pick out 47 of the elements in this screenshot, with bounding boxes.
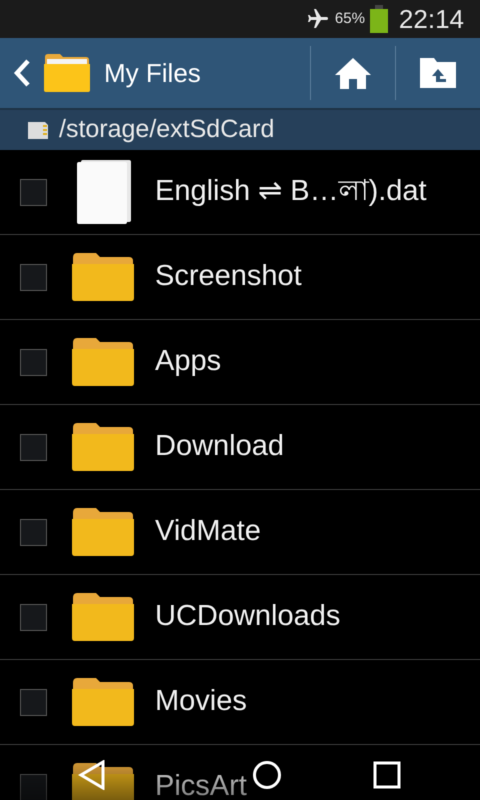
file-icon bbox=[75, 160, 131, 224]
file-row[interactable]: Movies bbox=[0, 660, 480, 745]
file-name: Screenshot bbox=[155, 259, 302, 294]
sd-card-icon bbox=[27, 120, 49, 140]
file-name: English ⇌ B…লা).dat bbox=[155, 174, 427, 210]
nav-back-button[interactable] bbox=[78, 760, 106, 790]
file-row[interactable]: English ⇌ B…লা).dat bbox=[0, 150, 480, 235]
checkbox[interactable] bbox=[20, 348, 47, 376]
checkbox[interactable] bbox=[20, 688, 47, 716]
file-name: Download bbox=[155, 429, 284, 464]
checkbox[interactable] bbox=[20, 518, 47, 546]
file-row[interactable]: Apps bbox=[0, 320, 480, 405]
file-row[interactable]: Download bbox=[0, 405, 480, 490]
battery-icon bbox=[368, 5, 389, 33]
file-row[interactable]: VidMate bbox=[0, 490, 480, 575]
nav-home-button[interactable] bbox=[252, 760, 282, 790]
folder-icon bbox=[44, 53, 90, 93]
home-icon bbox=[334, 56, 372, 90]
file-name: PicsArt bbox=[155, 769, 247, 800]
file-name: VidMate bbox=[155, 514, 261, 550]
folder-icon bbox=[72, 422, 134, 472]
battery-percent: 65% bbox=[334, 8, 365, 29]
folder-path: /storage/extSdCard bbox=[59, 114, 274, 146]
folder-icon bbox=[72, 252, 134, 302]
checkbox[interactable] bbox=[20, 434, 47, 460]
folder-up-icon bbox=[420, 58, 456, 88]
file-row[interactable]: Screenshot bbox=[0, 235, 480, 320]
back-chevron-icon bbox=[12, 57, 32, 89]
screen-title: My Files bbox=[104, 56, 202, 90]
checkbox[interactable] bbox=[20, 604, 47, 630]
file-name: UCDownloads bbox=[155, 599, 340, 634]
folder-icon bbox=[72, 507, 134, 557]
nav-recents-button[interactable] bbox=[373, 761, 401, 789]
back-triangle-icon bbox=[78, 760, 106, 790]
checkbox[interactable] bbox=[20, 178, 47, 206]
file-name: Movies bbox=[155, 684, 247, 720]
clock: 22:14 bbox=[398, 2, 464, 36]
folder-icon bbox=[72, 337, 134, 387]
folder-icon bbox=[72, 592, 134, 642]
checkbox[interactable] bbox=[20, 774, 47, 800]
recents-square-icon bbox=[373, 761, 401, 789]
file-name: Apps bbox=[155, 344, 222, 380]
file-row[interactable]: PicsArt bbox=[0, 745, 480, 800]
file-row[interactable]: UCDownloads bbox=[0, 575, 480, 660]
checkbox[interactable] bbox=[20, 264, 47, 290]
folder-icon bbox=[72, 677, 134, 727]
home-circle-icon bbox=[252, 760, 282, 790]
